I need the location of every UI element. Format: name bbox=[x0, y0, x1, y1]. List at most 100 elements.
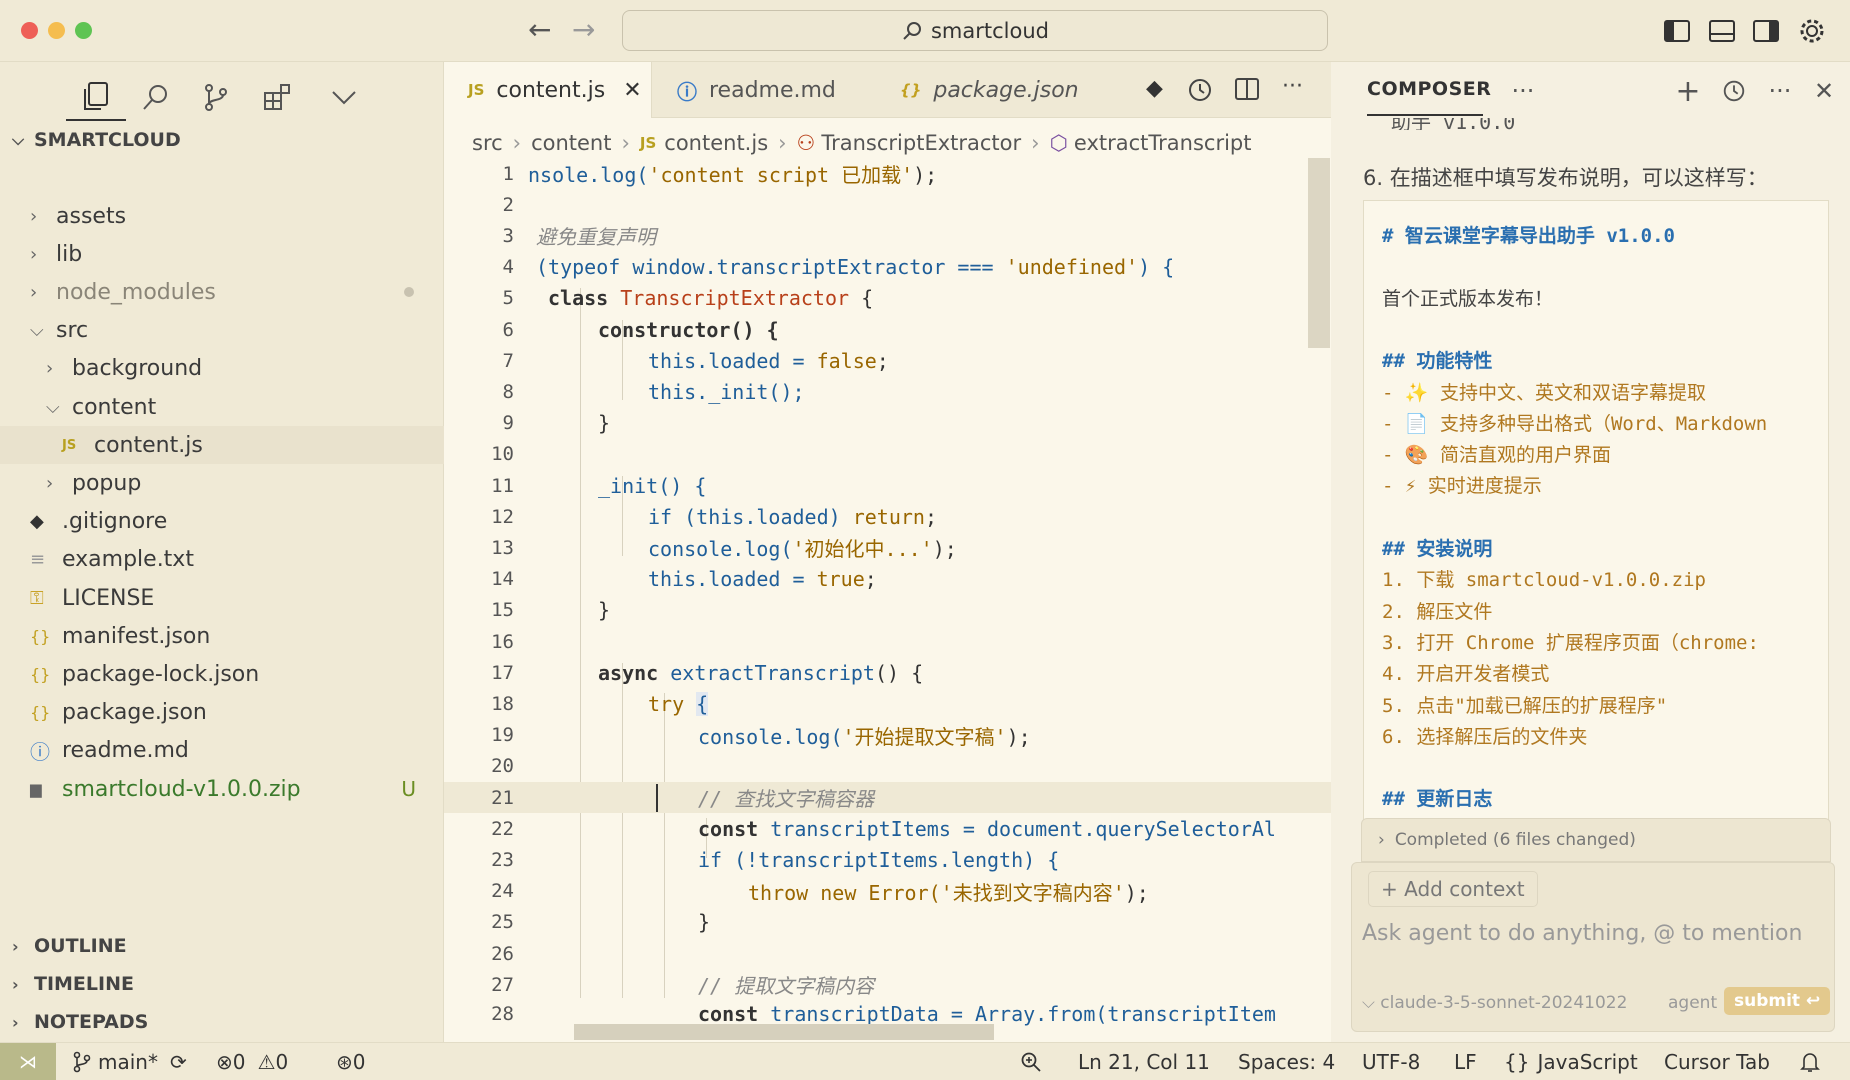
file-tree-item[interactable]: › node_modules bbox=[0, 273, 444, 311]
notifications-bell-icon[interactable] bbox=[1800, 1043, 1820, 1080]
git-branch-status[interactable]: main* ⟳ bbox=[72, 1043, 187, 1080]
code-editor: JS content.js ✕ ⓘ readme.md {} package.j… bbox=[444, 62, 1331, 1042]
json-file-icon: {} bbox=[900, 81, 922, 99]
chevron-down-icon[interactable] bbox=[324, 72, 364, 122]
model-selector[interactable]: ⌵ claude-3-5-sonnet-20241022 bbox=[1362, 993, 1627, 1013]
close-icon[interactable]: ✕ bbox=[1809, 76, 1839, 106]
breadcrumb-item[interactable]: extractTranscript bbox=[1074, 131, 1252, 155]
explorer-files-icon[interactable] bbox=[76, 72, 116, 122]
breadcrumb-item[interactable]: content.js bbox=[664, 131, 768, 155]
outline-section-header[interactable]: › OUTLINE bbox=[0, 927, 444, 965]
eol-status[interactable]: LF bbox=[1454, 1043, 1477, 1080]
composer-input-box[interactable]: + Add context Ask agent to do anything, … bbox=[1351, 862, 1835, 1032]
code-area[interactable]: 1 nsole.log('content script 已加载'); 2 3 避… bbox=[444, 158, 1331, 998]
source-control-icon[interactable] bbox=[196, 72, 236, 122]
file-tree-item[interactable]: {} package.json bbox=[0, 694, 444, 732]
cursor-tab-status[interactable]: Cursor Tab bbox=[1664, 1043, 1770, 1080]
breadcrumb-item[interactable]: src bbox=[472, 131, 503, 155]
toggle-panel-icon[interactable] bbox=[1707, 16, 1737, 46]
toggle-secondary-sidebar-icon[interactable] bbox=[1751, 16, 1781, 46]
minimize-window-button[interactable] bbox=[48, 22, 65, 39]
mode-selector[interactable]: agent bbox=[1668, 993, 1717, 1013]
git-diff-icon[interactable]: ◆ bbox=[1146, 76, 1163, 101]
extensions-icon[interactable] bbox=[258, 72, 298, 122]
chevron-right-icon: › bbox=[12, 974, 19, 994]
horizontal-scrollbar[interactable] bbox=[574, 1024, 994, 1040]
explorer-root-header[interactable]: ⌵ SMARTCLOUD bbox=[0, 121, 444, 159]
completed-files-summary[interactable]: › Completed (6 files changed) bbox=[1361, 818, 1831, 862]
settings-gear-icon[interactable] bbox=[1797, 16, 1827, 46]
file-tree-label: src bbox=[56, 318, 89, 344]
remote-connection-icon[interactable]: ⋊ bbox=[0, 1043, 56, 1080]
submit-button[interactable]: submit ↩ bbox=[1724, 987, 1831, 1015]
add-context-button[interactable]: + Add context bbox=[1368, 871, 1538, 907]
file-tree-item[interactable]: ≡ example.txt bbox=[0, 541, 444, 579]
file-tree-item[interactable]: › assets bbox=[0, 197, 444, 235]
untracked-badge: U bbox=[401, 777, 416, 801]
code-line: 10 bbox=[491, 443, 514, 466]
chevron-down-icon: ⌵ bbox=[46, 396, 60, 418]
more-actions-icon[interactable]: ··· bbox=[1282, 74, 1303, 99]
txt-file-icon: ≡ bbox=[30, 549, 46, 571]
command-search-bar[interactable]: smartcloud bbox=[622, 10, 1328, 51]
file-tree-label: background bbox=[72, 356, 203, 382]
forward-arrow-icon[interactable]: → bbox=[572, 14, 595, 46]
chevron-down-icon: ⌵ bbox=[1362, 993, 1381, 1013]
tab-package-json[interactable]: {} package.json bbox=[876, 62, 1098, 118]
json-file-icon: {} bbox=[30, 626, 51, 646]
file-tree-item[interactable]: ⌵ content bbox=[0, 388, 444, 426]
notepads-section-header[interactable]: › NOTEPADS bbox=[0, 1003, 444, 1041]
more-actions-icon[interactable]: ··· bbox=[1765, 76, 1795, 106]
tab-content-js[interactable]: JS content.js ✕ bbox=[444, 62, 652, 118]
file-tree-label: manifest.json bbox=[62, 623, 211, 649]
completed-label: Completed (6 files changed) bbox=[1394, 830, 1636, 850]
ports-status[interactable]: ⊛ 0 bbox=[336, 1043, 366, 1080]
composer-prompt-input[interactable]: Ask agent to do anything, @ to mention bbox=[1362, 921, 1802, 946]
chevron-right-icon: › bbox=[30, 243, 38, 265]
history-icon[interactable] bbox=[1186, 76, 1214, 108]
code-line: 9 } bbox=[502, 411, 611, 436]
js-file-icon: JS bbox=[62, 437, 77, 453]
file-tree-label: lib bbox=[56, 241, 83, 267]
cursor-position[interactable]: Ln 21, Col 11 bbox=[1078, 1043, 1210, 1080]
sync-icon[interactable]: ⟳ bbox=[170, 1050, 187, 1074]
maximize-window-button[interactable] bbox=[75, 22, 92, 39]
file-tree-item[interactable]: › lib bbox=[0, 235, 444, 273]
file-tree-item[interactable]: ◆ .gitignore bbox=[0, 503, 444, 541]
timeline-section-header[interactable]: › TIMELINE bbox=[0, 965, 444, 1003]
encoding-status[interactable]: UTF-8 bbox=[1362, 1043, 1420, 1080]
breadcrumb-item[interactable]: TranscriptExtractor bbox=[821, 131, 1021, 155]
file-tree-item[interactable]: {} manifest.json bbox=[0, 617, 444, 655]
file-tree-item[interactable]: {} package-lock.json bbox=[0, 655, 444, 693]
back-arrow-icon[interactable]: ← bbox=[528, 14, 551, 46]
file-tree-item[interactable]: ⓘ readme.md bbox=[0, 732, 444, 770]
scrolled-text-fragment: 助手 v1.0.0 bbox=[1391, 118, 1516, 130]
search-bar-text: smartcloud bbox=[930, 18, 1049, 43]
tab-readme-md[interactable]: ⓘ readme.md bbox=[653, 62, 875, 118]
search-view-icon[interactable] bbox=[136, 72, 176, 122]
chevron-right-icon: › bbox=[30, 281, 38, 303]
breadcrumb-item[interactable]: content bbox=[531, 131, 611, 155]
file-tree-item[interactable]: ▆ smartcloud-v1.0.0.zip U bbox=[0, 770, 444, 808]
file-tree-item[interactable]: › background bbox=[0, 350, 444, 388]
close-tab-icon[interactable]: ✕ bbox=[623, 78, 641, 103]
more-icon[interactable]: ··· bbox=[1508, 76, 1538, 106]
file-tree-item[interactable]: JS content.js bbox=[0, 426, 444, 465]
vertical-scrollbar[interactable] bbox=[1308, 158, 1330, 348]
close-window-button[interactable] bbox=[21, 22, 38, 39]
split-editor-icon[interactable] bbox=[1234, 76, 1260, 106]
tab-label: package.json bbox=[933, 77, 1079, 103]
history-icon[interactable] bbox=[1719, 76, 1749, 106]
zoom-icon[interactable] bbox=[1020, 1043, 1042, 1080]
plus-icon[interactable]: + bbox=[1673, 74, 1703, 109]
indentation-status[interactable]: Spaces: 4 bbox=[1238, 1043, 1335, 1080]
file-tree-item[interactable]: ⌵ src bbox=[0, 312, 444, 350]
composer-title[interactable]: COMPOSER bbox=[1367, 78, 1491, 100]
file-tree-item[interactable]: › popup bbox=[0, 464, 444, 502]
file-tree-item[interactable]: ⚿ LICENSE bbox=[0, 579, 444, 617]
code-line: 26 bbox=[491, 942, 514, 965]
problems-status[interactable]: ⊗ 0 ⚠ 0 bbox=[216, 1043, 288, 1080]
language-mode[interactable]: {} JavaScript bbox=[1504, 1043, 1638, 1080]
toggle-primary-sidebar-icon[interactable] bbox=[1662, 16, 1692, 46]
json-file-icon: {} bbox=[30, 703, 51, 723]
